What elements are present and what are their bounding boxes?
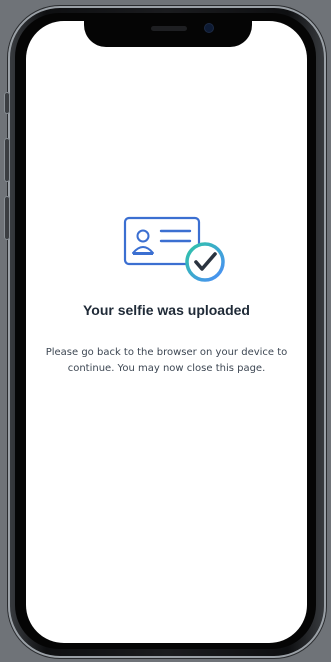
phone-notch <box>84 17 252 47</box>
id-card-check-icon <box>123 216 225 282</box>
phone-mute-switch <box>4 92 10 114</box>
phone-volume-down-button <box>4 196 10 240</box>
phone-screen: Your selfie was uploaded Please go back … <box>26 21 307 643</box>
speaker-grille <box>151 26 187 31</box>
page-title: Your selfie was uploaded <box>82 302 250 318</box>
front-camera <box>205 24 213 32</box>
phone-volume-up-button <box>4 138 10 182</box>
status-message: Please go back to the browser on your de… <box>45 347 288 374</box>
upload-success-page: Your selfie was uploaded Please go back … <box>26 21 307 643</box>
